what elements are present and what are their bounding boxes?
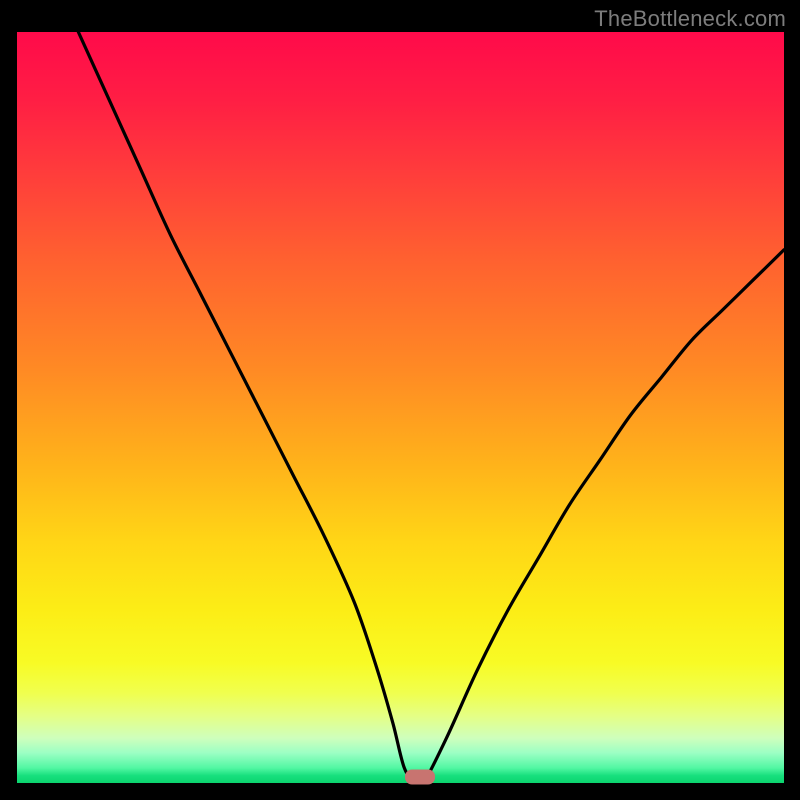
plot-area bbox=[17, 32, 784, 783]
optimum-marker bbox=[405, 770, 435, 785]
bottleneck-curve bbox=[17, 32, 784, 783]
watermark-text: TheBottleneck.com bbox=[594, 6, 786, 32]
chart-frame: TheBottleneck.com bbox=[0, 0, 800, 800]
